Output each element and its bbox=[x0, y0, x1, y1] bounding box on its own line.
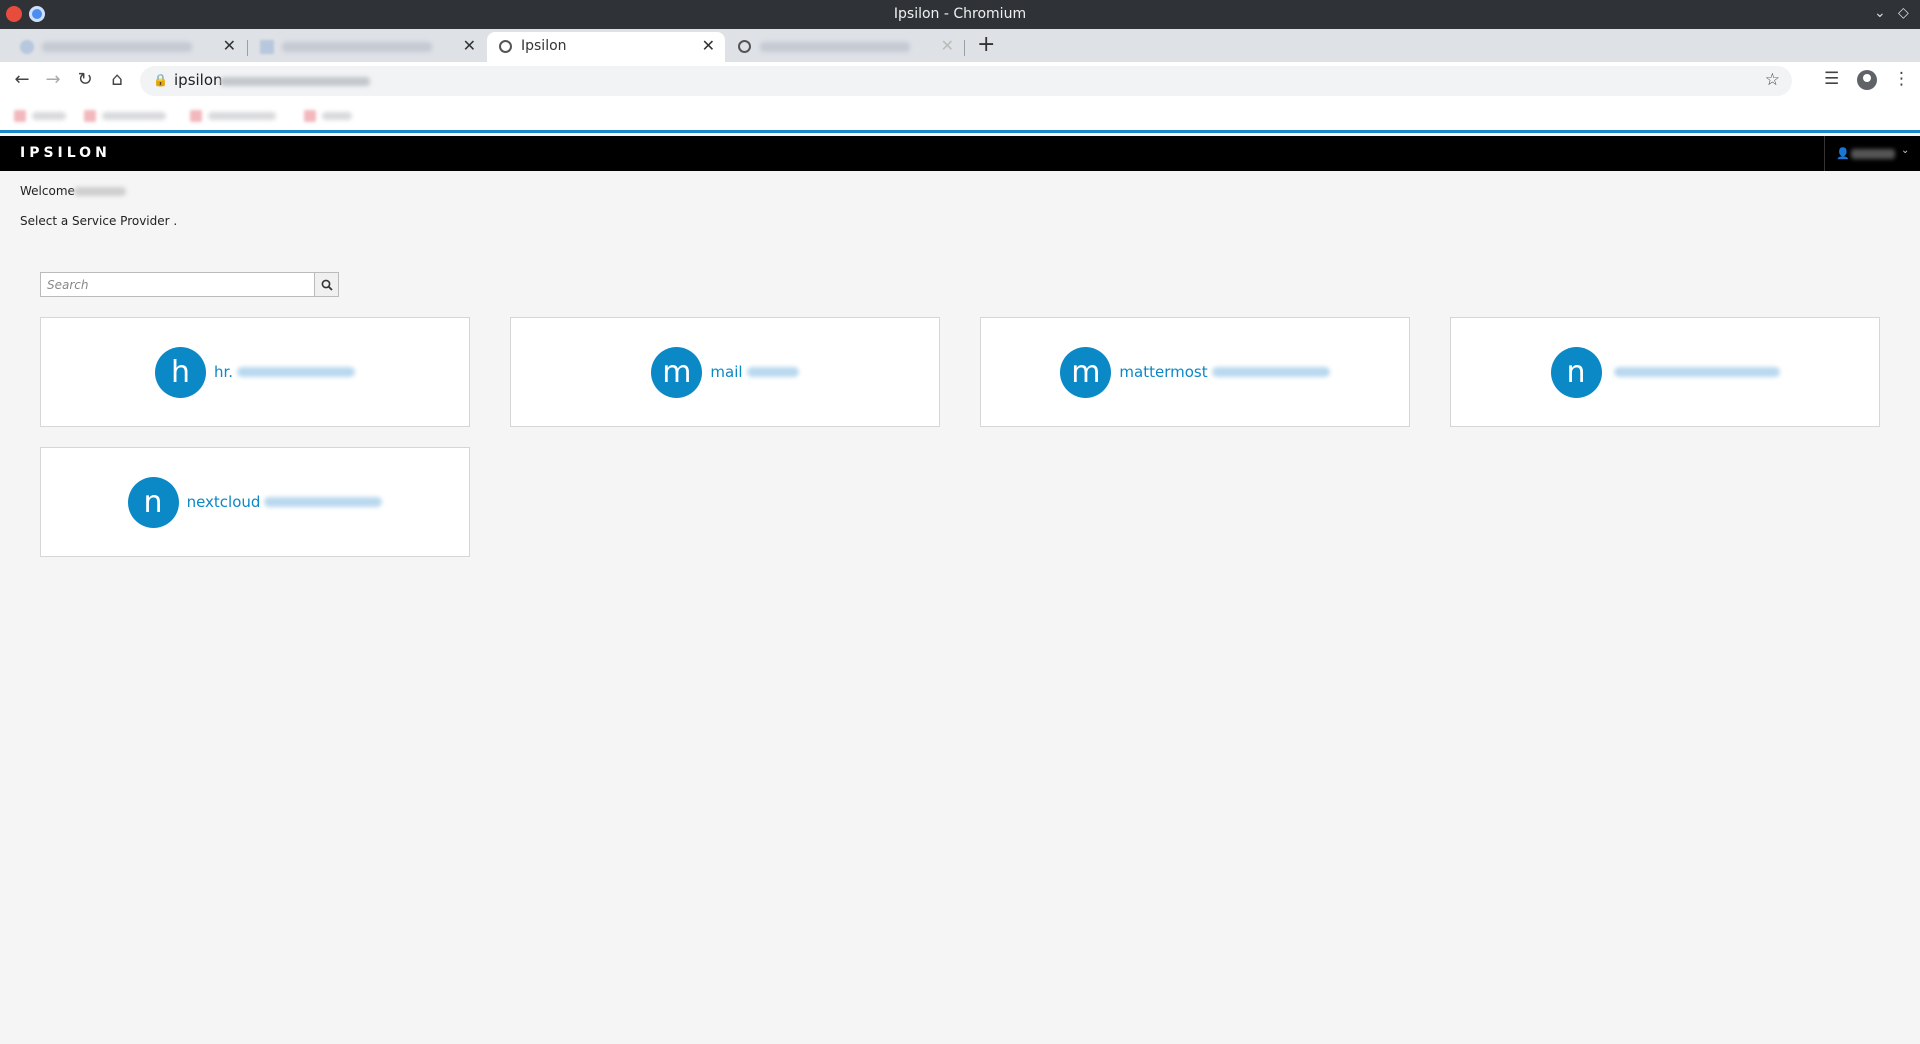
tab-close-icon[interactable]: ✕ bbox=[223, 36, 236, 55]
provider-name: mail bbox=[710, 363, 743, 381]
tab-label: Ipsilon bbox=[521, 38, 567, 54]
globe-icon bbox=[499, 40, 512, 53]
globe-icon bbox=[738, 40, 751, 53]
search-input[interactable] bbox=[40, 272, 315, 297]
tab-close-icon[interactable]: ✕ bbox=[941, 36, 954, 55]
media-controls-icon[interactable]: ☰ bbox=[1824, 69, 1839, 89]
user-menu[interactable]: 👤 ⌄ bbox=[1824, 136, 1920, 171]
welcome-username bbox=[74, 187, 126, 196]
provider-card-nextcloud[interactable]: n nextcloud bbox=[40, 447, 470, 557]
tab-close-icon[interactable]: ✕ bbox=[702, 36, 715, 55]
provider-card-mattermost[interactable]: m mattermost bbox=[980, 317, 1410, 427]
search-icon bbox=[321, 279, 333, 291]
user-name bbox=[1851, 149, 1895, 159]
tab-close-icon[interactable]: ✕ bbox=[463, 36, 476, 55]
tab-label bbox=[42, 42, 192, 52]
bookmark-item[interactable] bbox=[304, 109, 352, 123]
provider-card-mail[interactable]: m mail bbox=[510, 317, 940, 427]
chevron-down-icon: ⌄ bbox=[1901, 145, 1910, 156]
tab-2[interactable]: ✕ bbox=[248, 32, 486, 62]
new-tab-button[interactable]: + bbox=[977, 32, 995, 57]
bookmark-icon bbox=[304, 110, 316, 122]
lock-icon: 🔒 bbox=[153, 73, 168, 87]
provider-avatar: h bbox=[154, 346, 206, 398]
tab-label bbox=[282, 42, 432, 52]
user-icon: 👤 bbox=[1836, 147, 1850, 160]
reload-icon[interactable]: ↻ bbox=[73, 69, 97, 90]
profile-icon[interactable] bbox=[1857, 70, 1877, 90]
welcome-text: Welcome bbox=[20, 184, 75, 198]
bookmark-icon bbox=[190, 110, 202, 122]
provider-avatar: m bbox=[1060, 346, 1112, 398]
address-url: ipsilon bbox=[174, 71, 223, 89]
tab-strip: ✕ ✕ Ipsilon ✕ ✕ + bbox=[0, 29, 1920, 62]
address-bar[interactable]: 🔒 ipsilon ☆ bbox=[140, 66, 1792, 96]
provider-name: mattermost bbox=[1119, 363, 1208, 381]
bookmarks-bar bbox=[0, 100, 1920, 133]
search-button[interactable] bbox=[314, 272, 339, 297]
back-icon[interactable]: ← bbox=[10, 69, 34, 90]
window-title: Ipsilon - Chromium bbox=[893, 6, 1027, 22]
provider-name: hr. bbox=[213, 363, 234, 381]
tab-favicon-icon bbox=[20, 40, 34, 54]
bookmark-item[interactable] bbox=[190, 109, 276, 123]
provider-card-4[interactable]: n bbox=[1450, 317, 1880, 427]
provider-avatar: n bbox=[1550, 346, 1602, 398]
app-navbar: IPSILON 👤 ⌄ bbox=[0, 136, 1920, 171]
provider-avatar: n bbox=[127, 476, 179, 528]
window-titlebar: Ipsilon - Chromium ⌄ ◇ bbox=[0, 0, 1920, 29]
forward-icon[interactable]: → bbox=[41, 69, 65, 90]
menu-dots-icon[interactable]: ⋮ bbox=[1893, 69, 1910, 89]
bookmark-star-icon[interactable]: ☆ bbox=[1765, 70, 1780, 90]
tab-separator bbox=[964, 40, 965, 56]
tab-4[interactable]: ✕ bbox=[726, 32, 964, 62]
browser-toolbar: ← → ↻ ⌂ 🔒 ipsilon ☆ ☰ ⋮ bbox=[0, 62, 1920, 100]
provider-name: nextcloud bbox=[186, 493, 261, 511]
instruction-text: Select a Service Provider . bbox=[20, 214, 178, 228]
tab-1[interactable]: ✕ bbox=[8, 32, 246, 62]
brand-logo[interactable]: IPSILON bbox=[20, 145, 111, 161]
provider-avatar: m bbox=[651, 346, 703, 398]
bookmark-icon bbox=[14, 110, 26, 122]
tab-label bbox=[760, 42, 910, 52]
tab-favicon-icon bbox=[260, 40, 274, 54]
provider-card-hr[interactable]: h hr. bbox=[40, 317, 470, 427]
maximize-icon[interactable]: ◇ bbox=[1898, 5, 1909, 21]
bookmark-icon bbox=[84, 110, 96, 122]
tab-ipsilon[interactable]: Ipsilon ✕ bbox=[487, 32, 725, 62]
bookmark-item[interactable] bbox=[14, 109, 66, 123]
address-url-rest bbox=[220, 77, 370, 86]
bookmark-item[interactable] bbox=[84, 109, 166, 123]
minimize-icon[interactable]: ⌄ bbox=[1874, 5, 1886, 21]
home-icon[interactable]: ⌂ bbox=[105, 69, 129, 90]
